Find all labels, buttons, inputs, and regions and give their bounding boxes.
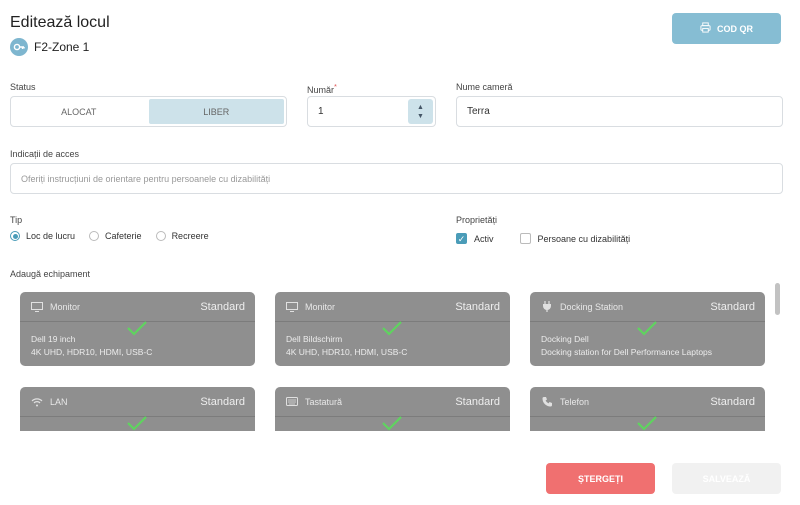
monitor-icon <box>285 301 299 312</box>
radio-icon[interactable] <box>155 231 166 241</box>
card-line-2: Docking station for Dell Performance Lap… <box>541 347 713 357</box>
keyboard-icon <box>285 397 299 406</box>
card-header: Monitor Standard <box>20 292 255 322</box>
equipment-card[interactable]: Docking Station Standard Docking Dell Do… <box>530 292 765 366</box>
plug-icon <box>540 301 554 312</box>
card-line-1: Dell Bildschirm <box>286 334 343 344</box>
card-type: Docking Station <box>560 301 624 312</box>
room-name-value: Terra <box>467 106 490 117</box>
number-input[interactable]: 1 ▲ ▼ <box>307 96 436 127</box>
check-icon <box>636 415 658 431</box>
type-radio-cafeteria[interactable]: Cafeterie <box>89 231 142 241</box>
type-option-label: Recreere <box>171 231 209 241</box>
property-active-checkbox[interactable]: ✓ Activ <box>456 233 494 244</box>
delete-button[interactable]: ȘTERGEȚI <box>546 463 655 494</box>
card-type: Telefon <box>560 396 590 407</box>
card-header: Docking Station Standard <box>530 292 765 322</box>
properties-label: Proprietăți <box>456 215 498 225</box>
qr-button-label: COD QR <box>717 23 753 34</box>
status-option-alocat[interactable]: ALOCAT <box>11 97 147 126</box>
wifi-icon <box>30 397 44 407</box>
card-header: Tastatură Standard <box>275 387 510 417</box>
stepper-down-icon[interactable]: ▼ <box>417 112 424 121</box>
type-label: Tip <box>10 215 23 225</box>
stepper-up-icon[interactable]: ▲ <box>417 103 424 112</box>
card-header: Monitor Standard <box>275 292 510 322</box>
access-instructions-input[interactable]: Oferiți instrucțiuni de orientare pentru… <box>10 163 783 194</box>
equipment-card[interactable]: Tastatură Standard <box>275 387 510 431</box>
equipment-card[interactable]: Telefon Standard <box>530 387 765 431</box>
card-badge: Standard <box>710 300 755 313</box>
number-label-text: Număr <box>307 85 335 95</box>
check-icon <box>126 320 148 341</box>
phone-icon <box>540 396 554 407</box>
card-type: Monitor <box>50 301 81 312</box>
scrollbar-thumb[interactable] <box>775 283 780 315</box>
equipment-label: Adaugă echipament <box>10 269 91 279</box>
card-header: LAN Standard <box>20 387 255 417</box>
check-icon <box>381 415 403 431</box>
status-toggle: ALOCAT LIBER <box>10 96 287 127</box>
room-name-input[interactable]: Terra <box>456 96 783 127</box>
type-option-label: Cafeterie <box>105 231 142 241</box>
room-label: Nume cameră <box>456 82 513 92</box>
check-icon <box>381 320 403 341</box>
card-line-1: Dell 19 inch <box>31 334 76 344</box>
card-badge: Standard <box>455 300 500 313</box>
property-accessibility-checkbox[interactable]: Persoane cu dizabilități <box>519 233 631 244</box>
access-label: Indicații de acces <box>10 149 80 159</box>
property-label: Persoane cu dizabilități <box>537 233 631 244</box>
check-icon <box>636 320 658 341</box>
number-value: 1 <box>318 106 324 117</box>
checkbox-icon[interactable] <box>519 233 531 244</box>
type-radio-recreation[interactable]: Recreere <box>155 231 209 241</box>
equipment-scrollbar[interactable] <box>775 283 781 431</box>
equipment-card[interactable]: Monitor Standard Dell 19 inch 4K UHD, HD… <box>20 292 255 366</box>
card-line-2: 4K UHD, HDR10, HDMI, USB-C <box>286 347 408 357</box>
card-badge: Standard <box>710 395 755 408</box>
radio-selected-icon[interactable] <box>10 231 20 241</box>
qr-code-button[interactable]: COD QR <box>672 13 781 44</box>
type-radio-workspace[interactable]: Loc de lucru <box>10 231 75 241</box>
equipment-card[interactable]: Monitor Standard Dell Bildschirm 4K UHD,… <box>275 292 510 366</box>
number-stepper[interactable]: ▲ ▼ <box>408 99 433 124</box>
card-badge: Standard <box>200 300 245 313</box>
card-type: Monitor <box>305 301 336 312</box>
equipment-card[interactable]: LAN Standard <box>20 387 255 431</box>
status-option-liber[interactable]: LIBER <box>148 99 284 124</box>
check-icon <box>126 415 148 431</box>
card-type: Tastatură <box>305 396 343 407</box>
monitor-icon <box>30 301 44 312</box>
card-header: Telefon Standard <box>530 387 765 417</box>
card-line-1: Docking Dell <box>541 334 589 344</box>
type-radio-group: Loc de lucru Cafeterie Recreere <box>10 231 223 241</box>
status-label: Status <box>10 82 36 92</box>
equipment-grid: Monitor Standard Dell 19 inch 4K UHD, HD… <box>10 283 784 431</box>
card-badge: Standard <box>200 395 245 408</box>
card-badge: Standard <box>455 395 500 408</box>
save-button[interactable]: SALVEAZĂ <box>672 463 781 494</box>
checkbox-checked-icon[interactable]: ✓ <box>456 233 467 244</box>
number-label: Număr* <box>307 82 337 95</box>
radio-icon[interactable] <box>89 231 100 241</box>
properties-checkbox-group: ✓ Activ Persoane cu dizabilități <box>456 233 656 244</box>
zone-indicator: F2-Zone 1 <box>10 38 89 56</box>
printer-icon <box>700 22 711 35</box>
card-type: LAN <box>50 396 68 407</box>
key-icon <box>10 38 28 56</box>
card-line-2: 4K UHD, HDR10, HDMI, USB-C <box>31 347 153 357</box>
zone-label: F2-Zone 1 <box>34 40 90 54</box>
type-option-label: Loc de lucru <box>26 231 76 241</box>
required-mark: * <box>334 82 337 91</box>
property-label: Activ <box>474 233 494 244</box>
page-title: Editează locul <box>10 14 110 31</box>
access-placeholder: Oferiți instrucțiuni de orientare pentru… <box>21 173 271 184</box>
